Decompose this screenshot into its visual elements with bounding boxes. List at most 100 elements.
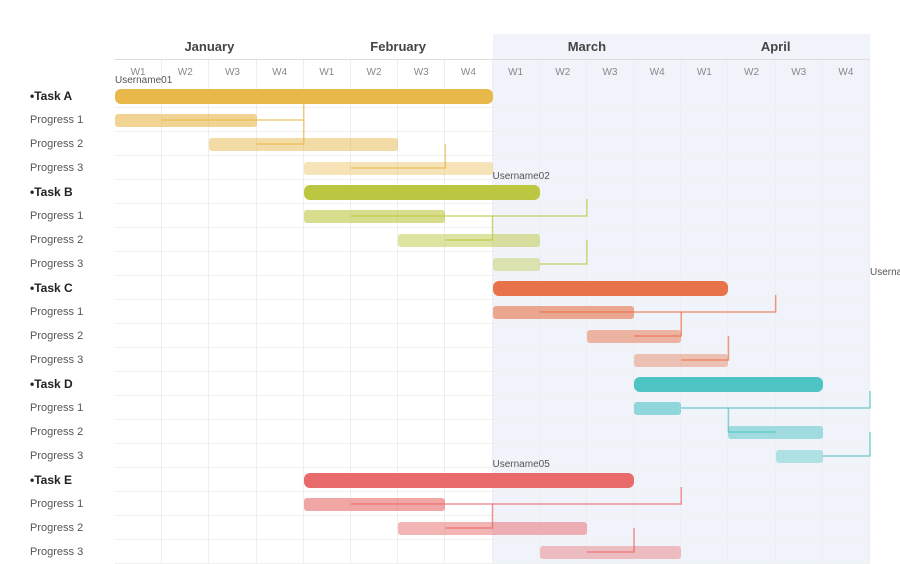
week-column <box>162 276 209 299</box>
week-column <box>823 204 870 227</box>
week-column <box>209 396 256 419</box>
week-column <box>493 372 540 395</box>
week-column <box>681 204 728 227</box>
progress-label: Progress 3 <box>30 156 115 180</box>
week-column <box>776 396 823 419</box>
week-column <box>209 204 256 227</box>
gantt-row <box>115 108 870 132</box>
week-column <box>634 108 681 131</box>
week-column <box>587 228 634 251</box>
week-column <box>681 180 728 203</box>
week-column <box>162 228 209 251</box>
week-column <box>162 372 209 395</box>
week-column <box>351 396 398 419</box>
week-column <box>681 516 728 539</box>
week-column <box>728 444 775 467</box>
week-cell: W4 <box>445 60 492 84</box>
gantt-row: Username01 <box>115 84 870 108</box>
progress-label: Progress 1 <box>30 108 115 132</box>
week-column <box>540 252 587 275</box>
progress-label: Progress 2 <box>30 420 115 444</box>
week-column <box>681 492 728 515</box>
week-column <box>304 108 351 131</box>
week-column <box>681 300 728 323</box>
gantt-row: Username03 <box>115 276 870 300</box>
week-column <box>681 420 728 443</box>
week-column <box>728 252 775 275</box>
gantt-bar <box>115 114 257 127</box>
week-column <box>776 132 823 155</box>
week-column <box>681 252 728 275</box>
week-column <box>304 372 351 395</box>
week-column <box>634 492 681 515</box>
week-column <box>445 420 492 443</box>
gantt-bar <box>493 306 635 319</box>
week-column <box>681 444 728 467</box>
username-label: Username03 <box>870 267 900 278</box>
week-column <box>209 420 256 443</box>
week-column <box>445 108 492 131</box>
week-column <box>115 444 162 467</box>
week-column <box>587 348 634 371</box>
gantt-bar: Username01 <box>115 89 493 104</box>
week-cell: W1 <box>304 60 351 84</box>
week-column <box>728 276 775 299</box>
week-column <box>776 156 823 179</box>
week-column <box>728 156 775 179</box>
week-column <box>209 324 256 347</box>
week-column <box>728 324 775 347</box>
week-column <box>540 228 587 251</box>
week-column <box>823 444 870 467</box>
week-column <box>540 204 587 227</box>
gantt-bar <box>587 330 681 343</box>
task-label: •Task C <box>30 276 115 300</box>
week-column <box>162 300 209 323</box>
week-column <box>351 108 398 131</box>
week-column <box>398 276 445 299</box>
week-column <box>209 276 256 299</box>
week-column <box>776 204 823 227</box>
week-column <box>681 84 728 107</box>
week-column <box>162 420 209 443</box>
week-column <box>681 156 728 179</box>
week-column <box>257 180 304 203</box>
week-column <box>257 252 304 275</box>
week-column <box>776 228 823 251</box>
week-column <box>162 516 209 539</box>
gantt-row <box>115 348 870 372</box>
week-column <box>257 492 304 515</box>
week-column <box>823 132 870 155</box>
week-column <box>540 108 587 131</box>
week-column <box>115 468 162 491</box>
week-column <box>540 84 587 107</box>
week-cell: W1 <box>681 60 728 84</box>
week-cell: W2 <box>351 60 398 84</box>
week-cell: W4 <box>634 60 681 84</box>
week-column <box>209 516 256 539</box>
week-column <box>304 276 351 299</box>
week-column <box>823 372 870 395</box>
gantt-bar <box>776 450 823 463</box>
week-column <box>398 108 445 131</box>
progress-label: Progress 3 <box>30 252 115 276</box>
progress-label: Progress 1 <box>30 492 115 516</box>
week-column <box>823 396 870 419</box>
week-column <box>493 84 540 107</box>
week-column <box>681 396 728 419</box>
week-column <box>257 468 304 491</box>
week-column <box>445 348 492 371</box>
week-column <box>823 468 870 491</box>
week-column <box>115 396 162 419</box>
week-column <box>634 228 681 251</box>
week-column <box>587 84 634 107</box>
gantt-bar <box>398 234 540 247</box>
gantt-bar <box>304 210 446 223</box>
week-column <box>493 420 540 443</box>
week-column <box>681 108 728 131</box>
week-column <box>162 252 209 275</box>
gantt-row <box>115 204 870 228</box>
week-column <box>209 180 256 203</box>
week-cell: W4 <box>257 60 304 84</box>
week-column <box>304 228 351 251</box>
week-column <box>634 84 681 107</box>
